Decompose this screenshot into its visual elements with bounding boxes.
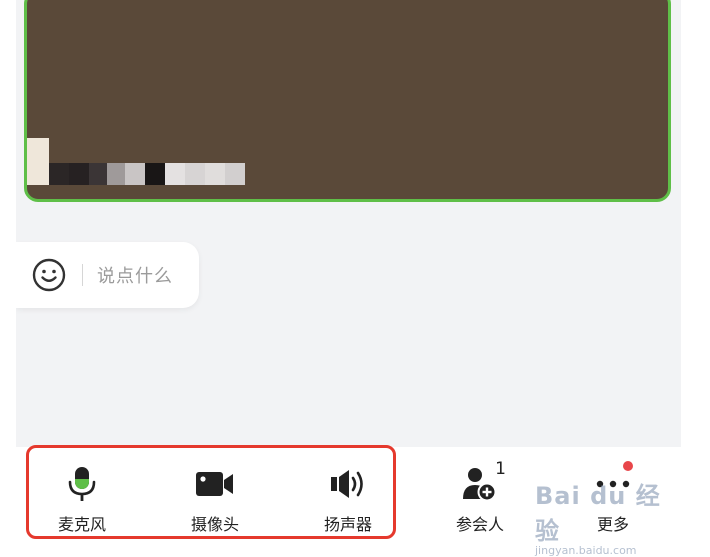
camera-icon xyxy=(196,472,233,496)
microphone-button[interactable]: 麦克风 xyxy=(32,465,132,535)
participants-button[interactable]: 1 参会人 xyxy=(430,459,530,535)
divider xyxy=(82,264,83,286)
watermark: Bai du 经验 jingyan.baidu.com xyxy=(535,476,675,557)
emoji-icon[interactable] xyxy=(32,258,66,292)
participants-label: 参会人 xyxy=(455,515,504,534)
pixelated-name-label xyxy=(27,163,245,185)
microphone-label: 麦克风 xyxy=(57,515,106,534)
speaker-icon xyxy=(331,470,363,498)
meeting-screen: 说点什么 麦克风 摄像头 扬声器 1 参会人 更多 xyxy=(16,0,681,546)
video-tile[interactable] xyxy=(24,0,671,202)
notification-dot xyxy=(623,461,633,471)
chat-input-pill[interactable]: 说点什么 xyxy=(16,242,199,308)
microphone-icon xyxy=(68,467,96,501)
participants-icon xyxy=(463,468,497,502)
watermark-line1: Bai du 经验 xyxy=(535,482,661,545)
camera-label: 摄像头 xyxy=(190,515,239,534)
camera-button[interactable]: 摄像头 xyxy=(165,465,265,535)
speaker-button[interactable]: 扬声器 xyxy=(298,465,398,535)
speaker-label: 扬声器 xyxy=(323,515,372,534)
chat-placeholder[interactable]: 说点什么 xyxy=(97,262,173,288)
participant-count: 1 xyxy=(495,459,506,479)
